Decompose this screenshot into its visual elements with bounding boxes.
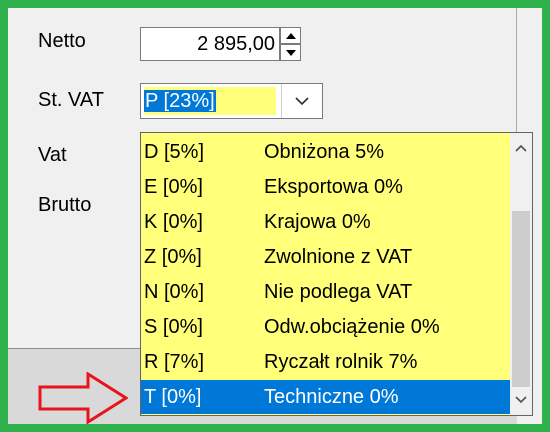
combo-dropdown-button[interactable] (281, 84, 322, 118)
list-item[interactable]: R [7%] Ryczałt rolnik 7% (141, 345, 510, 379)
vat-rate-label: St. VAT (38, 89, 104, 111)
chevron-down-icon (515, 396, 527, 404)
triangle-up-icon (285, 32, 296, 39)
list-item-code: Z [0%] (144, 246, 202, 268)
brutto-label: Brutto (38, 194, 92, 216)
list-item-description: Nie podlega VAT (264, 281, 413, 303)
list-item[interactable]: E [0%] Eksportowa 0% (141, 170, 510, 204)
netto-spinner[interactable] (280, 27, 301, 61)
list-item-description: Odw.obciążenie 0% (264, 316, 440, 338)
list-item-description: Obniżona 5% (264, 141, 385, 163)
list-item-selected[interactable]: T [0%] Techniczne 0% (141, 380, 510, 414)
vat-label: Vat (38, 144, 67, 166)
list-item-code: T [0%] (144, 386, 202, 408)
netto-label: Netto (38, 30, 86, 52)
vat-rate-dropdown-list[interactable]: D [5%] Obniżona 5% E [0%] Eksportowa 0% … (140, 132, 533, 416)
list-item-description: Zwolnione z VAT (264, 246, 413, 268)
list-item-code: K [0%] (144, 211, 203, 233)
scrollbar-thumb[interactable] (512, 211, 530, 387)
netto-input[interactable]: 2 895,00 (140, 27, 280, 61)
scroll-up-button[interactable] (510, 137, 532, 159)
list-item-code: E [0%] (144, 176, 203, 198)
list-item-code: D [5%] (144, 141, 205, 163)
chevron-up-icon (515, 144, 527, 152)
list-item-code: S [0%] (144, 316, 203, 338)
scroll-down-button[interactable] (510, 389, 532, 411)
dropdown-scrollbar[interactable] (510, 133, 532, 415)
vat-rate-combobox[interactable]: P [23%] (140, 83, 323, 119)
spin-down-button[interactable] (280, 44, 301, 61)
list-item-description: Ryczałt rolnik 7% (264, 351, 418, 373)
vat-rate-field[interactable]: P [23%] (144, 87, 276, 115)
list-item-code: R [7%] (144, 351, 205, 373)
list-item[interactable]: Z [0%] Zwolnione z VAT (141, 240, 510, 274)
list-item-description: Krajowa 0% (264, 211, 371, 233)
list-item[interactable]: K [0%] Krajowa 0% (141, 205, 510, 239)
list-item-code: N [0%] (144, 281, 205, 303)
triangle-down-icon (285, 49, 296, 56)
list-item[interactable]: S [0%] Odw.obciążenie 0% (141, 310, 510, 344)
list-item-description: Techniczne 0% (264, 386, 399, 408)
list-item-description: Eksportowa 0% (264, 176, 403, 198)
chevron-down-icon (295, 96, 309, 105)
list-item[interactable]: N [0%] Nie podlega VAT (141, 275, 510, 309)
right-arrow-icon (38, 372, 128, 424)
vat-rate-value: P [23%] (144, 90, 216, 112)
spin-up-button[interactable] (280, 27, 301, 44)
list-item[interactable]: D [5%] Obniżona 5% (141, 135, 510, 169)
